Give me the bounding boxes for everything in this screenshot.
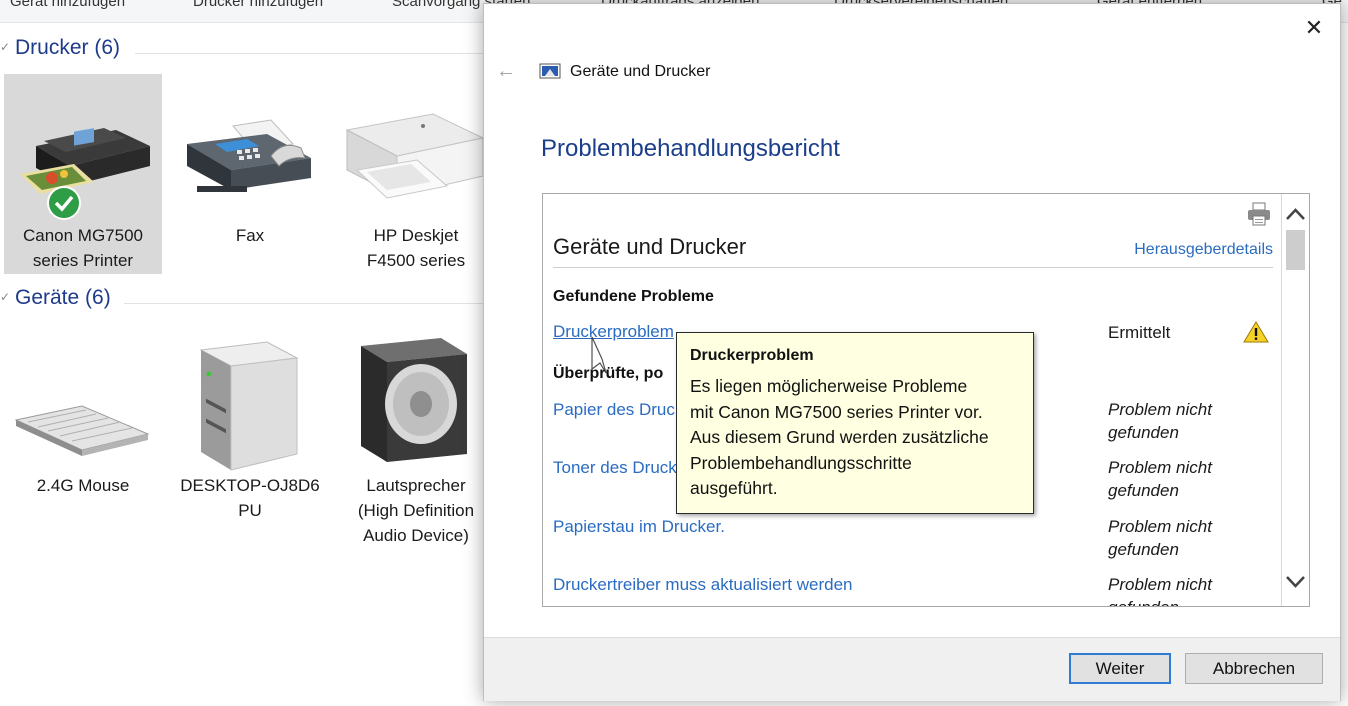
device-label: F4500 series <box>366 251 466 270</box>
device-label: DESKTOP-OJ8D6 <box>180 476 320 495</box>
check-status: Problem nicht gefunden <box>1108 398 1238 444</box>
device-label: Fax <box>235 226 265 245</box>
keyboard-icon <box>4 336 162 476</box>
add-printer-command[interactable]: Drucker hinzufügen <box>193 0 323 10</box>
problem-status: Ermittelt <box>1108 323 1171 342</box>
device-canon-mg7500[interactable]: Canon MG7500 series Printer <box>4 74 162 274</box>
device-2-4g-mouse[interactable]: 2.4G Mouse <box>4 324 162 524</box>
scroll-up-chevron-icon[interactable] <box>1282 204 1309 224</box>
printers-group-header[interactable]: ✓ Drucker (6) <box>0 36 490 68</box>
device-label: HP Deskjet <box>373 226 459 245</box>
mouse-cursor-icon <box>588 335 608 375</box>
add-device-command[interactable]: Gerät hinzufügen <box>10 0 125 10</box>
warning-icon <box>1243 320 1269 344</box>
next-button[interactable]: Weiter <box>1069 653 1171 684</box>
cancel-button[interactable]: Abbrechen <box>1185 653 1323 684</box>
collapse-chevron-icon[interactable]: ✓ <box>0 290 10 304</box>
check-status-line: Problem nicht <box>1108 517 1212 536</box>
computer-tower-icon <box>171 336 329 476</box>
printer-problem-link[interactable]: Druckerproblem <box>553 322 674 342</box>
tooltip-title: Druckerproblem <box>690 347 814 364</box>
device-label: (High Definition <box>357 501 475 520</box>
group-divider <box>124 303 490 304</box>
device-speakers[interactable]: Lautsprecher (High Definition Audio Devi… <box>337 324 495 545</box>
report-scrollbar[interactable] <box>1281 194 1309 606</box>
check-status: Problem nicht gefunden <box>1108 456 1238 502</box>
check-status-line: gefunden <box>1108 481 1179 500</box>
default-printer-check-icon <box>47 186 81 220</box>
printer-icon <box>337 86 495 226</box>
checked-item-paper[interactable]: Papier des Druc <box>553 400 675 420</box>
checked-item-driver[interactable]: Druckertreiber muss aktualisiert werden <box>553 575 853 595</box>
check-status: Problem nicht gefunden <box>1108 515 1238 561</box>
dialog-footer: Weiter Abbrechen <box>484 637 1340 701</box>
devices-and-printers-icon <box>539 63 561 81</box>
dialog-app-title: Geräte und Drucker <box>570 63 711 80</box>
speaker-icon <box>337 336 495 476</box>
tooltip-body: Es liegen möglicherweise Probleme mit Ca… <box>690 376 989 498</box>
device-label: Canon MG7500 <box>22 226 144 245</box>
publisher-details-link[interactable]: Herausgeberdetails <box>1134 241 1273 259</box>
scroll-down-chevron-icon[interactable] <box>1282 572 1309 592</box>
collapse-chevron-icon[interactable]: ✓ <box>0 40 10 54</box>
multifunction-printer-icon <box>4 86 162 226</box>
devices-group-title: Geräte (6) <box>15 286 111 309</box>
print-icon[interactable] <box>1246 202 1272 226</box>
printer-problem-tooltip: Druckerproblem Es liegen möglicherweise … <box>676 332 1034 514</box>
device-label: series Printer <box>32 251 134 270</box>
device-hp-deskjet[interactable]: HP Deskjet F4500 series <box>337 74 495 274</box>
fax-icon <box>171 86 329 226</box>
check-status-line: Problem nicht <box>1108 458 1212 477</box>
check-status-line: gefunden <box>1108 540 1179 559</box>
check-status: Problem nicht gefunden <box>1108 573 1238 606</box>
checked-issues-heading: Überprüfte, po <box>553 365 664 382</box>
device-label: Lautsprecher <box>366 476 466 495</box>
dialog-heading: Problembehandlungsbericht <box>541 135 840 162</box>
checked-item-paper-jam[interactable]: Papierstau im Drucker. <box>553 517 725 537</box>
group-divider <box>135 53 490 54</box>
printers-group-title: Drucker (6) <box>15 36 121 59</box>
check-status-line: Problem nicht <box>1108 575 1212 594</box>
check-status-line: gefunden <box>1108 423 1179 442</box>
back-arrow-icon[interactable]: ← <box>496 60 516 83</box>
close-icon[interactable]: ✕ <box>1302 16 1326 40</box>
report-divider <box>553 267 1273 268</box>
device-fax[interactable]: Fax <box>171 74 329 274</box>
found-problems-heading: Gefundene Probleme <box>553 288 714 305</box>
devices-group-header[interactable]: ✓ Geräte (6) <box>0 286 490 318</box>
device-desktop-pc[interactable]: DESKTOP-OJ8D6 PU <box>171 324 329 524</box>
device-label: Audio Device) <box>363 526 469 545</box>
checked-item-toner[interactable]: Toner des Druck <box>553 458 677 478</box>
device-label: 2.4G Mouse <box>36 476 130 495</box>
check-status-line: gefunden <box>1108 598 1179 606</box>
report-title: Geräte und Drucker <box>553 234 747 259</box>
check-status-line: Problem nicht <box>1108 400 1212 419</box>
scrollbar-thumb[interactable] <box>1286 230 1305 270</box>
device-label: PU <box>238 501 262 520</box>
